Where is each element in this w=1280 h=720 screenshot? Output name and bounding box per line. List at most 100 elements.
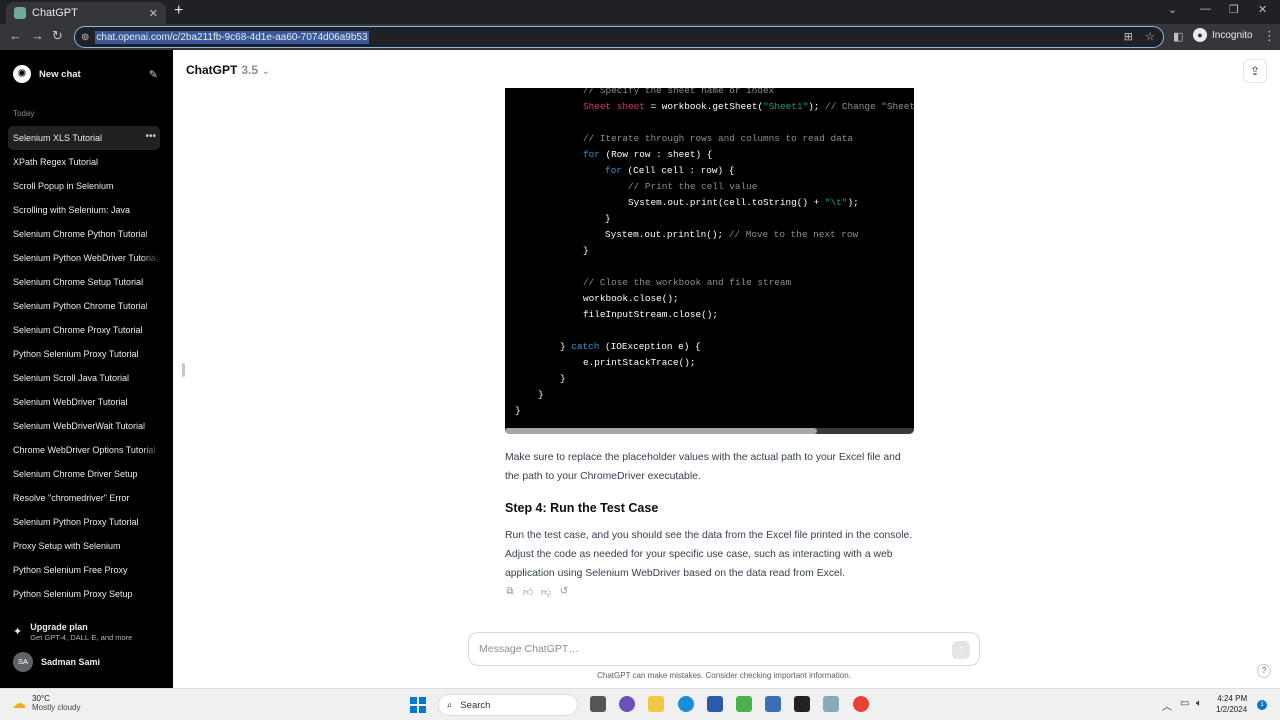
- code-line: for (Cell cell : row) {: [605, 165, 735, 176]
- code-line: }: [583, 245, 589, 256]
- clock[interactable]: 4:24 PM 1/2/2024: [1216, 693, 1247, 715]
- install-app-icon[interactable]: ⊞: [1124, 30, 1133, 43]
- code-line: Sheet sheet = workbook.getSheet("Sheet1"…: [583, 101, 914, 112]
- back-icon[interactable]: ←: [9, 29, 22, 43]
- history-item[interactable]: Selenium WebDriverWait Tutorial: [8, 414, 160, 438]
- notification-badge[interactable]: 1: [1257, 700, 1267, 710]
- history-item[interactable]: XPath Regex Tutorial: [8, 150, 160, 174]
- sidebar-toggle-handle[interactable]: [182, 363, 185, 377]
- upgrade-subtitle: Get GPT-4, DALL·E, and more: [30, 633, 133, 642]
- message-input[interactable]: [479, 641, 939, 657]
- history-item[interactable]: Python Selenium Free Proxy: [8, 558, 160, 582]
- upgrade-plan-button[interactable]: ✦ Upgrade plan Get GPT-4, DALL·E, and mo…: [13, 622, 132, 642]
- chat-app-icon[interactable]: [619, 696, 635, 712]
- scrollbar-thumb[interactable]: [505, 428, 817, 434]
- code-horizontal-scrollbar[interactable]: [505, 428, 914, 434]
- history-item[interactable]: Selenium Chrome Python Tutorial: [8, 222, 160, 246]
- forward-icon[interactable]: →: [31, 29, 44, 43]
- browser-toolbar: ← → ↻ ⊚ chat.openai.com/c/2ba211fb-9c68-…: [0, 24, 1280, 50]
- thumbs-up-icon[interactable]: 👍︎: [523, 586, 533, 598]
- more-options-icon[interactable]: •••: [145, 131, 156, 142]
- code-line: workbook.close();: [583, 293, 679, 304]
- disclaimer-text: ChatGPT can make mistakes. Consider chec…: [597, 671, 851, 680]
- incognito-icon: ●: [1193, 28, 1207, 42]
- history-item[interactable]: Selenium Chrome Proxy Tutorial: [8, 318, 160, 342]
- vscode-icon[interactable]: [765, 696, 781, 712]
- history-item[interactable]: Python Selenium Proxy Setup: [8, 582, 160, 606]
- code-line: // Iterate through rows and columns to r…: [583, 133, 854, 144]
- history-item[interactable]: Scrolling with Selenium: Java: [8, 198, 160, 222]
- openai-logo-icon: ✺: [13, 65, 31, 83]
- tray-overflow-icon[interactable]: ︿: [1162, 698, 1172, 713]
- history-item[interactable]: Selenium Python Chrome Tutorial: [8, 294, 160, 318]
- close-tab-icon[interactable]: ✕: [149, 7, 158, 20]
- copy-icon[interactable]: ⧉: [505, 586, 515, 598]
- history-item[interactable]: Chrome WebDriver Options Tutorial: [8, 438, 160, 462]
- app-icon[interactable]: [736, 696, 752, 712]
- url-text[interactable]: chat.openai.com/c/2ba211fb-9c68-4d1e-aa6…: [95, 30, 369, 44]
- history-item[interactable]: Resolve "chromedriver" Error: [8, 486, 160, 510]
- search-icon: ⌕: [447, 699, 453, 711]
- weather-condition: Mostly cloudy: [32, 703, 81, 712]
- photos-icon[interactable]: [823, 696, 839, 712]
- incognito-indicator[interactable]: ● Incognito: [1193, 28, 1253, 42]
- user-menu-button[interactable]: SA Sadman Sami: [13, 652, 100, 672]
- address-bar[interactable]: ⊚ chat.openai.com/c/2ba211fb-9c68-4d1e-a…: [74, 26, 1164, 48]
- code-line: }: [515, 405, 521, 416]
- thumbs-down-icon[interactable]: 👎︎: [541, 586, 551, 598]
- minimize-icon[interactable]: —: [1200, 3, 1211, 15]
- model-selector[interactable]: ChatGPT 3.5 ⌄: [186, 63, 270, 77]
- history-item[interactable]: Proxy Setup with Selenium: [8, 534, 160, 558]
- history-item[interactable]: Selenium Chrome Setup Tutorial: [8, 270, 160, 294]
- model-name: ChatGPT: [186, 63, 238, 77]
- history-item[interactable]: Selenium Python Proxy Tutorial: [8, 510, 160, 534]
- help-icon[interactable]: ?: [1257, 664, 1271, 678]
- share-button[interactable]: ⇪: [1243, 59, 1267, 83]
- tab-title: ChatGPT: [32, 7, 78, 19]
- network-icon[interactable]: ▭: [1180, 698, 1189, 709]
- send-arrow-icon: ↑: [958, 644, 964, 655]
- response-paragraph: Make sure to replace the placeholder val…: [505, 452, 901, 482]
- taskbar-search[interactable]: ⌕ Search: [438, 694, 578, 716]
- history-item[interactable]: Selenium Chrome Driver Setup: [8, 462, 160, 486]
- volume-icon[interactable]: 🔈︎: [1196, 698, 1202, 709]
- new-tab-icon[interactable]: +: [174, 2, 183, 20]
- sidebar: ✺ New chat ✎ Today Selenium XLS Tutorial…: [0, 50, 173, 688]
- bookmark-star-icon[interactable]: ☆: [1145, 30, 1155, 43]
- restore-icon[interactable]: ❐: [1229, 3, 1239, 16]
- start-button[interactable]: [410, 697, 426, 713]
- chrome-icon[interactable]: [853, 696, 869, 712]
- store-icon[interactable]: [707, 696, 723, 712]
- side-panel-icon[interactable]: ◧: [1173, 30, 1183, 44]
- history-item-active[interactable]: Selenium XLS Tutorial •••: [8, 126, 160, 150]
- edit-icon[interactable]: ✎: [149, 68, 158, 81]
- history-item[interactable]: Scroll Popup in Selenium: [8, 174, 160, 198]
- edge-icon[interactable]: [678, 696, 694, 712]
- code-block: // Specify the sheet name or index Sheet…: [505, 88, 914, 434]
- code-line: // Print the cell value: [628, 181, 758, 192]
- partly-cloudy-icon: ☁: [12, 694, 26, 711]
- weather-widget[interactable]: ☁ 30°C Mostly cloudy: [12, 694, 80, 712]
- reload-icon[interactable]: ↻: [52, 29, 63, 43]
- code-line: fileInputStream.close();: [583, 309, 719, 320]
- task-view-icon[interactable]: [590, 696, 606, 712]
- close-window-icon[interactable]: ✕: [1258, 3, 1267, 16]
- terminal-icon[interactable]: [794, 696, 810, 712]
- send-button[interactable]: ↑: [952, 641, 970, 659]
- code-line: // Specify the sheet name or index: [583, 88, 775, 96]
- regenerate-icon[interactable]: ↺: [559, 586, 569, 598]
- code-line: }: [538, 389, 544, 400]
- browser-tab[interactable]: ChatGPT ✕: [6, 2, 166, 24]
- history-item[interactable]: Selenium Python WebDriver Tutorial: [8, 246, 160, 270]
- site-info-icon[interactable]: ⊚: [81, 32, 89, 43]
- new-chat-button[interactable]: ✺ New chat ✎: [8, 62, 158, 86]
- history-item[interactable]: Python Selenium Proxy Tutorial: [8, 342, 160, 366]
- file-explorer-icon[interactable]: [648, 696, 664, 712]
- history-item[interactable]: Selenium Scroll Java Tutorial: [8, 366, 160, 390]
- code-line: for (Row row : sheet) {: [583, 149, 713, 160]
- browser-menu-icon[interactable]: ⋮: [1263, 29, 1276, 43]
- history-item[interactable]: Selenium WebDriver Tutorial: [8, 390, 160, 414]
- temperature: 30°C: [32, 694, 50, 703]
- tab-search-icon[interactable]: ⌄: [1168, 3, 1177, 16]
- search-label: Search: [460, 699, 491, 711]
